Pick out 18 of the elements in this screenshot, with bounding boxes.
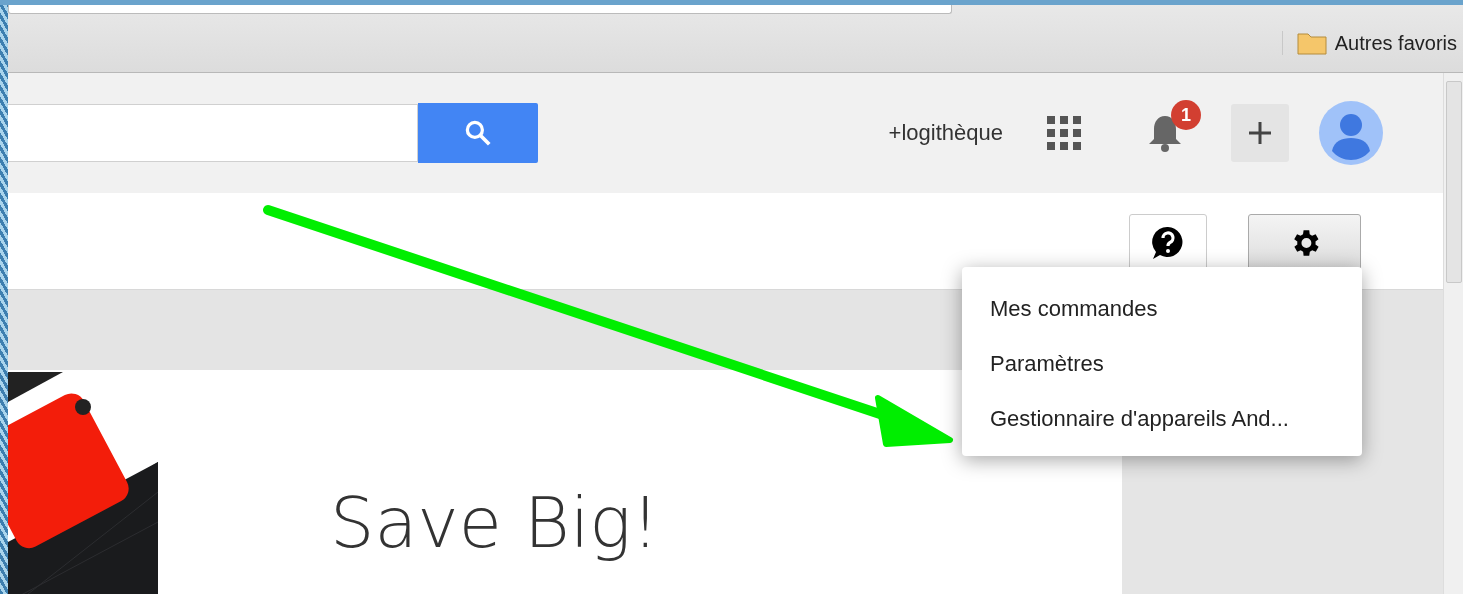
bookmark-folder[interactable]: Autres favoris: [1334, 31, 1457, 55]
bell-icon[interactable]: [1147, 113, 1183, 153]
library-link[interactable]: +logithèque: [888, 120, 1003, 146]
apps-grid-icon[interactable]: [1047, 116, 1081, 150]
search-field[interactable]: [8, 104, 418, 162]
menu-item[interactable]: Mes commandes: [962, 281, 1362, 336]
help-icon: [1151, 226, 1185, 260]
search-icon: [463, 118, 493, 148]
search-button[interactable]: [418, 103, 538, 163]
menu-item[interactable]: Gestionnaire d'appareils And...: [962, 391, 1362, 446]
avatar[interactable]: [1319, 101, 1383, 165]
folder-icon: [1296, 31, 1327, 55]
add-button[interactable]: [1231, 104, 1289, 162]
plus-icon: [1248, 121, 1272, 145]
menu-item[interactable]: Paramètres: [962, 336, 1362, 391]
scrollbar-thumb[interactable]: [1445, 81, 1462, 283]
banner-headline: Save Big!: [330, 488, 660, 566]
notification-badge: 1: [1171, 100, 1201, 130]
